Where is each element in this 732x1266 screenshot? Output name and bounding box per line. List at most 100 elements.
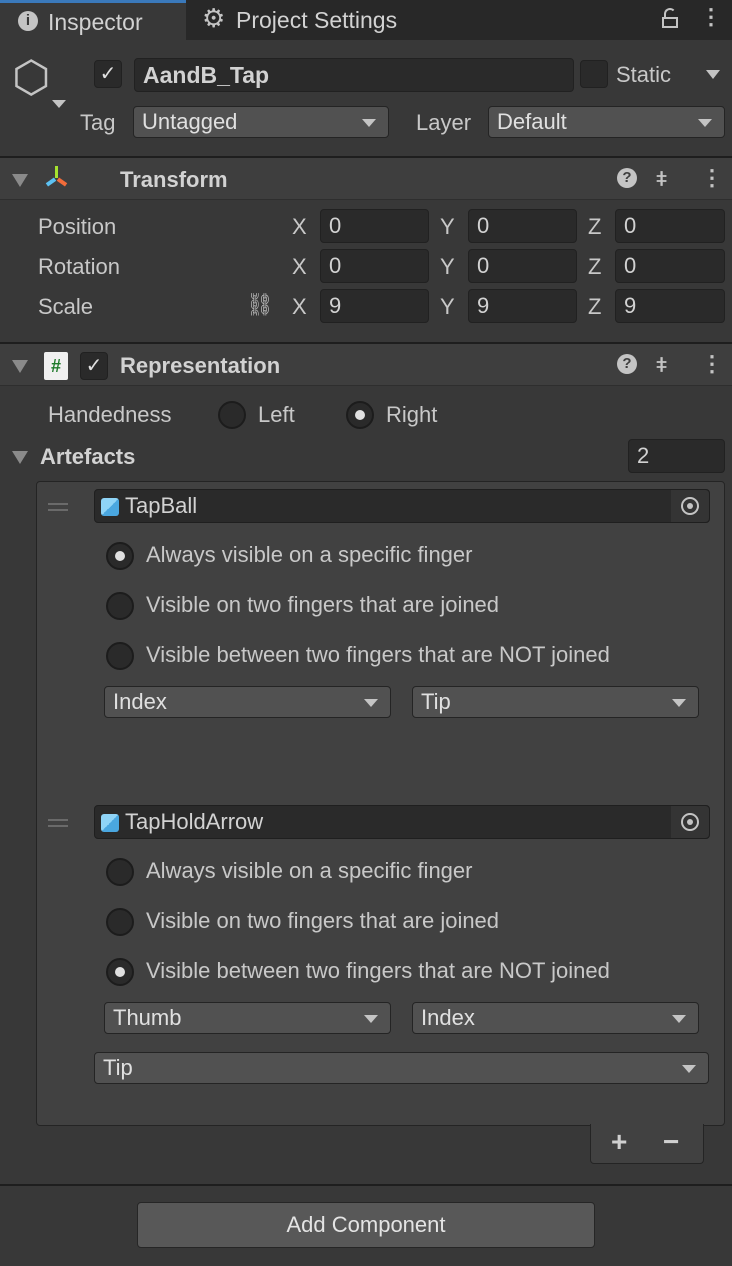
lock-icon[interactable] — [662, 8, 678, 28]
scale-z-input[interactable]: 9 — [615, 289, 725, 323]
handedness-left-radio[interactable] — [218, 401, 246, 429]
chevron-down-icon[interactable] — [52, 100, 66, 108]
more-options-icon[interactable]: ⋮ — [701, 351, 723, 377]
prefab-icon — [101, 814, 119, 832]
info-icon: i — [18, 11, 38, 31]
object-field[interactable]: TapHoldArrow — [94, 805, 710, 839]
scale-x-input[interactable]: 9 — [320, 289, 429, 323]
handedness-right-radio[interactable] — [346, 401, 374, 429]
transform-icon — [44, 166, 70, 192]
list-footer: + − — [590, 1124, 704, 1164]
chevron-down-icon — [672, 1015, 686, 1023]
option-label: Visible between two fingers that are NOT… — [146, 958, 610, 983]
rotation-x-input[interactable]: 0 — [320, 249, 429, 283]
presets-icon[interactable]: ⧧ — [656, 165, 667, 191]
object-picker-icon[interactable] — [671, 490, 709, 522]
dropdown-value: Tip — [103, 1055, 133, 1080]
gear-icon: ⚙ — [202, 3, 226, 33]
option-radio[interactable] — [106, 958, 134, 986]
tab-label: Inspector — [48, 9, 143, 35]
tag-label: Tag — [80, 110, 116, 135]
rotation-z-input[interactable]: 0 — [615, 249, 725, 283]
option-radio[interactable] — [106, 592, 134, 620]
help-icon[interactable]: ? — [617, 168, 637, 188]
rotation-label: Rotation — [38, 254, 120, 279]
tag-dropdown[interactable]: Untagged — [133, 106, 389, 138]
drag-handle-icon[interactable] — [48, 503, 68, 511]
artefacts-count-input[interactable]: 2 — [628, 439, 725, 473]
divider — [0, 1184, 732, 1186]
more-options-icon[interactable]: ⋮ — [701, 165, 723, 191]
chevron-down-icon — [682, 1065, 696, 1073]
right-label: Right — [386, 402, 438, 427]
object-picker-icon[interactable] — [671, 806, 709, 838]
presets-icon[interactable]: ⧧ — [656, 351, 667, 377]
artefacts-foldout-icon[interactable] — [12, 451, 28, 464]
finger-dropdown[interactable]: Index — [104, 686, 391, 718]
option-radio[interactable] — [106, 908, 134, 936]
chevron-down-icon — [364, 1015, 378, 1023]
prefab-icon — [101, 498, 119, 516]
chevron-down-icon — [698, 119, 712, 127]
remove-item-button[interactable]: − — [663, 1126, 679, 1158]
active-checkbox[interactable]: ✓ — [94, 60, 122, 88]
position-y-input[interactable]: 0 — [468, 209, 577, 243]
add-item-button[interactable]: + — [611, 1126, 627, 1158]
gameobject-cube-icon[interactable]: ⬡ — [12, 56, 50, 100]
z-label: Z — [588, 294, 602, 319]
object-field[interactable]: TapBall — [94, 489, 710, 523]
option-label: Always visible on a specific finger — [146, 858, 473, 883]
component-title: Representation — [120, 353, 281, 378]
chevron-down-icon — [364, 699, 378, 707]
dropdown-value: Tip — [421, 689, 451, 714]
tab-project-settings[interactable]: ⚙ Project Settings — [200, 0, 440, 40]
layer-dropdown[interactable]: Default — [488, 106, 725, 138]
help-icon[interactable]: ? — [617, 354, 637, 374]
position-z-input[interactable]: 0 — [615, 209, 725, 243]
object-field-value: TapBall — [125, 493, 198, 518]
position-x-input[interactable]: 0 — [320, 209, 429, 243]
static-dropdown-arrow-icon[interactable] — [706, 70, 720, 79]
dropdown-value: Index — [421, 1005, 475, 1030]
object-name-input[interactable]: AandB_Tap — [134, 58, 574, 92]
x-label: X — [292, 214, 307, 239]
handedness-label: Handedness — [48, 402, 172, 427]
component-enabled-checkbox[interactable]: ✓ — [80, 352, 108, 380]
transform-header[interactable]: Transform ? ⧧ ⋮ — [0, 156, 732, 200]
add-component-button[interactable]: Add Component — [137, 1202, 595, 1248]
scale-y-input[interactable]: 9 — [468, 289, 577, 323]
layer-label: Layer — [416, 110, 472, 135]
object-field-value: TapHoldArrow — [125, 809, 264, 834]
joint-dropdown[interactable]: Tip — [412, 686, 699, 718]
static-checkbox[interactable] — [580, 60, 608, 88]
x-label: X — [292, 294, 307, 319]
drag-handle-icon[interactable] — [48, 819, 68, 827]
foldout-arrow-icon[interactable] — [12, 360, 28, 373]
artefacts-label: Artefacts — [40, 444, 136, 469]
tab-label: Project Settings — [236, 7, 398, 33]
option-label: Visible between two fingers that are NOT… — [146, 642, 610, 667]
z-label: Z — [588, 214, 602, 239]
constrain-proportions-icon[interactable]: ⛓ — [246, 292, 274, 318]
option-radio[interactable] — [106, 858, 134, 886]
position-label: Position — [38, 214, 117, 239]
more-options-icon[interactable]: ⋮ — [700, 4, 722, 30]
joint-dropdown[interactable]: Tip — [94, 1052, 709, 1084]
finger-a-dropdown[interactable]: Thumb — [104, 1002, 391, 1034]
option-radio[interactable] — [106, 642, 134, 670]
y-label: Y — [440, 294, 455, 319]
rotation-y-input[interactable]: 0 — [468, 249, 577, 283]
x-label: X — [292, 254, 307, 279]
finger-b-dropdown[interactable]: Index — [412, 1002, 699, 1034]
option-label: Always visible on a specific finger — [146, 542, 473, 567]
tab-inspector[interactable]: i Inspector — [0, 0, 186, 40]
script-icon: # — [44, 352, 68, 380]
representation-header[interactable]: # ✓ Representation ? ⧧ ⋮ — [0, 342, 732, 386]
dropdown-value: Index — [113, 689, 167, 714]
option-label: Visible on two fingers that are joined — [146, 908, 500, 933]
dropdown-value: Thumb — [113, 1005, 182, 1030]
option-radio[interactable] — [106, 542, 134, 570]
y-label: Y — [440, 254, 455, 279]
layer-value: Default — [497, 109, 567, 134]
foldout-arrow-icon[interactable] — [12, 174, 28, 187]
